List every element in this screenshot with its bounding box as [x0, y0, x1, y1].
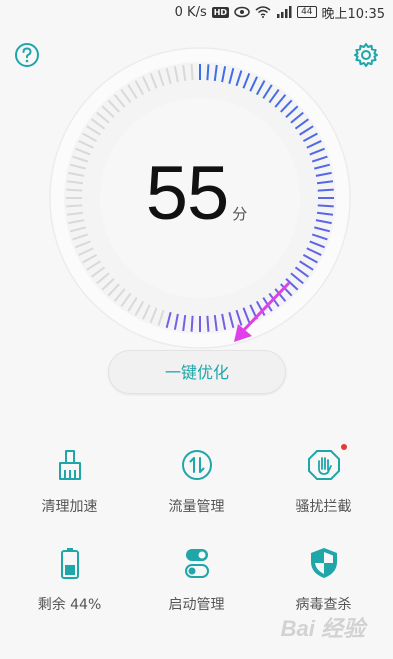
wifi-icon	[255, 6, 271, 18]
battery-indicator: 44	[297, 6, 317, 18]
gauge-tick	[190, 315, 194, 332]
gauge-tick	[190, 64, 194, 81]
score-value: 55	[145, 151, 230, 236]
hd-badge: HD	[211, 6, 230, 18]
gauge-tick	[206, 315, 210, 332]
tool-label: 骚扰拦截	[295, 499, 352, 515]
battery-icon	[53, 546, 87, 580]
annotation-arrow-icon	[234, 282, 290, 342]
status-bar: 0 K/s HD 44 晚上10:35	[0, 0, 393, 24]
tool-harassment-block[interactable]: 骚扰拦截	[258, 444, 389, 528]
score-display: 55 分	[0, 150, 393, 237]
tool-battery[interactable]: 剩余 44%	[4, 546, 135, 626]
network-speed: 0 K/s	[174, 4, 207, 20]
score-unit: 分	[232, 205, 248, 223]
hand-block-icon	[307, 444, 347, 482]
tool-label: 流量管理	[168, 499, 225, 515]
tool-startup-management[interactable]: 启动管理	[131, 546, 262, 626]
tool-label: 启动管理	[168, 597, 225, 613]
notification-dot	[340, 444, 347, 450]
tool-label: 剩余 44%	[37, 597, 102, 613]
startup-toggle-icon	[180, 546, 214, 580]
shield-icon	[307, 546, 341, 580]
data-traffic-icon	[180, 448, 214, 482]
help-button[interactable]	[14, 42, 40, 68]
one-key-optimize-button[interactable]: 一键优化	[108, 350, 286, 394]
broom-icon	[53, 448, 87, 482]
clock: 晚上10:35	[321, 6, 385, 22]
tool-label: 清理加速	[41, 499, 98, 515]
signal-icon	[277, 6, 292, 18]
gauge-tick	[206, 64, 210, 81]
eye-icon	[234, 6, 250, 18]
question-circle-icon	[15, 43, 39, 67]
tool-traffic-management[interactable]: 流量管理	[131, 448, 262, 528]
watermark: Bai 经验	[280, 616, 365, 641]
tool-clean-speedup[interactable]: 清理加速	[4, 448, 135, 528]
